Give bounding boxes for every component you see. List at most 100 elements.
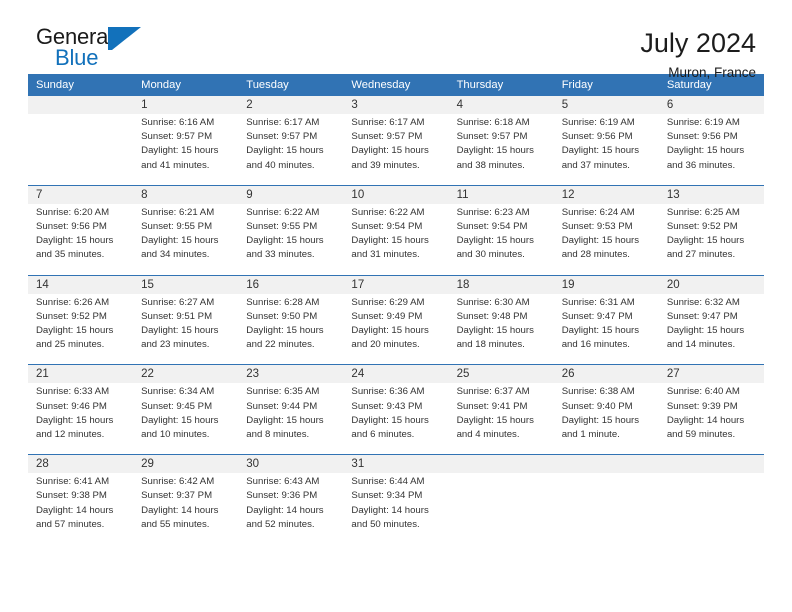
sunrise-text: Sunrise: 6:28 AM — [246, 296, 320, 308]
day-number-cell[interactable] — [448, 454, 554, 474]
day-number-cell[interactable]: 15 — [133, 274, 239, 294]
sunset-text: Sunset: 9:50 PM — [246, 310, 318, 322]
daylight-text-line2: and 41 minutes. — [141, 159, 210, 171]
sunset-text: Sunset: 9:48 PM — [456, 310, 528, 322]
day-number-cell[interactable] — [658, 454, 764, 474]
weekday-header-tuesday: Tuesday — [238, 74, 344, 96]
week-row-daynumbers: 14 15 16 17 18 19 20 — [28, 274, 764, 294]
day-number-cell[interactable]: 9 — [238, 184, 344, 204]
daylight-text-line2: and 36 minutes. — [666, 159, 736, 171]
page-subtitle: Muron, France — [668, 65, 756, 81]
daylight-text-line2: and 35 minutes. — [36, 249, 105, 261]
day-detail-cell: Sunrise: 6:27 AM Sunset: 9:51 PM Dayligh… — [133, 293, 239, 365]
day-number-cell[interactable]: 3 — [343, 96, 449, 114]
sunrise-text: Sunrise: 6:40 AM — [666, 386, 740, 398]
day-number-cell[interactable]: 30 — [238, 454, 344, 474]
day-number-cell[interactable]: 12 — [553, 184, 659, 204]
daylight-text-line1: Daylight: 15 hours — [246, 414, 324, 426]
daylight-text-line1: Daylight: 15 hours — [351, 414, 429, 426]
weekday-header-thursday: Thursday — [448, 74, 554, 96]
sunrise-text: Sunrise: 6:35 AM — [246, 386, 320, 398]
day-number-cell[interactable]: 31 — [343, 454, 449, 474]
sunset-text: Sunset: 9:47 PM — [561, 310, 633, 322]
day-number-cell[interactable]: 17 — [343, 274, 449, 294]
day-number-cell[interactable]: 8 — [133, 184, 239, 204]
daylight-text-line2: and 55 minutes. — [141, 518, 210, 530]
daylight-text-line1: Daylight: 15 hours — [246, 325, 324, 337]
sunset-text: Sunset: 9:36 PM — [246, 490, 318, 502]
day-number-cell[interactable]: 16 — [238, 274, 344, 294]
day-number-cell[interactable]: 21 — [28, 364, 134, 384]
day-number-cell[interactable]: 1 — [133, 96, 239, 114]
day-number-cell[interactable]: 13 — [658, 184, 764, 204]
day-number-cell[interactable]: 7 — [28, 184, 134, 204]
day-number-cell[interactable]: 20 — [658, 274, 764, 294]
sunrise-text: Sunrise: 6:37 AM — [456, 386, 530, 398]
sunset-text: Sunset: 9:34 PM — [351, 490, 423, 502]
sunrise-text: Sunrise: 6:43 AM — [246, 476, 320, 488]
day-detail-cell: Sunrise: 6:33 AM Sunset: 9:46 PM Dayligh… — [28, 383, 134, 455]
daylight-text-line2: and 57 minutes. — [36, 518, 105, 530]
sunset-text: Sunset: 9:51 PM — [141, 310, 213, 322]
sunrise-text: Sunrise: 6:16 AM — [141, 117, 215, 128]
daylight-text-line1: Daylight: 15 hours — [246, 235, 324, 247]
day-number-cell[interactable]: 22 — [133, 364, 239, 384]
day-detail-cell: Sunrise: 6:17 AM Sunset: 9:57 PM Dayligh… — [343, 114, 449, 186]
daylight-text-line1: Daylight: 15 hours — [36, 235, 114, 247]
day-detail-cell: Sunrise: 6:23 AM Sunset: 9:54 PM Dayligh… — [448, 203, 554, 276]
day-detail-cell: Sunrise: 6:44 AM Sunset: 9:34 PM Dayligh… — [343, 473, 449, 545]
day-detail-cell: Sunrise: 6:42 AM Sunset: 9:37 PM Dayligh… — [133, 473, 239, 545]
sunrise-text: Sunrise: 6:41 AM — [36, 476, 110, 488]
day-number-cell[interactable]: 5 — [553, 96, 659, 114]
daylight-text-line1: Daylight: 15 hours — [246, 145, 324, 157]
weekday-header-wednesday: Wednesday — [343, 74, 449, 96]
sunrise-text: Sunrise: 6:38 AM — [561, 386, 635, 398]
daylight-text-line1: Daylight: 14 hours — [666, 414, 745, 426]
day-number-cell[interactable]: 14 — [28, 274, 134, 294]
day-number-cell[interactable]: 18 — [448, 274, 554, 294]
daylight-text-line2: and 34 minutes. — [141, 249, 210, 261]
daylight-text-line1: Daylight: 15 hours — [456, 325, 534, 337]
daylight-text-line2: and 50 minutes. — [351, 518, 420, 530]
day-detail-cell: Sunrise: 6:20 AM Sunset: 9:56 PM Dayligh… — [28, 203, 134, 276]
daylight-text-line1: Daylight: 15 hours — [351, 145, 429, 157]
day-detail-cell: Sunrise: 6:17 AM Sunset: 9:57 PM Dayligh… — [238, 114, 344, 186]
day-number-cell[interactable]: 6 — [658, 96, 764, 114]
sunrise-text: Sunrise: 6:27 AM — [141, 296, 215, 308]
week-row-daynumbers: 21 22 23 24 25 26 27 — [28, 364, 764, 384]
day-detail-cell: Sunrise: 6:31 AM Sunset: 9:47 PM Dayligh… — [553, 293, 659, 365]
daylight-text-line2: and 23 minutes. — [141, 339, 210, 351]
day-number-cell[interactable] — [553, 454, 659, 474]
day-number-cell[interactable]: 27 — [658, 364, 764, 384]
day-number-cell[interactable]: 2 — [238, 96, 344, 114]
week-row-daynumbers: 28 29 30 31 — [28, 454, 764, 474]
week-row-daynumbers: 7 8 9 10 11 12 13 — [28, 184, 764, 204]
day-detail-cell: Sunrise: 6:34 AM Sunset: 9:45 PM Dayligh… — [133, 383, 239, 455]
daylight-text-line2: and 37 minutes. — [561, 159, 630, 171]
day-number-cell[interactable]: 11 — [448, 184, 554, 204]
day-number-cell[interactable]: 4 — [448, 96, 554, 114]
sunset-text: Sunset: 9:57 PM — [351, 131, 423, 143]
day-number-cell[interactable]: 26 — [553, 364, 659, 384]
day-number-cell[interactable]: 28 — [28, 454, 134, 474]
sunrise-text: Sunrise: 6:25 AM — [666, 206, 740, 218]
day-detail-cell: Sunrise: 6:21 AM Sunset: 9:55 PM Dayligh… — [133, 203, 239, 276]
day-number-cell[interactable]: 23 — [238, 364, 344, 384]
day-number-cell[interactable] — [28, 96, 134, 114]
sunset-text: Sunset: 9:47 PM — [666, 310, 738, 322]
sunset-text: Sunset: 9:55 PM — [246, 221, 318, 233]
day-number-cell[interactable]: 10 — [343, 184, 449, 204]
sunrise-text: Sunrise: 6:20 AM — [36, 206, 110, 218]
daylight-text-line2: and 30 minutes. — [456, 249, 525, 261]
daylight-text-line2: and 52 minutes. — [246, 518, 315, 530]
sunrise-text: Sunrise: 6:32 AM — [666, 296, 740, 308]
day-number-cell[interactable]: 24 — [343, 364, 449, 384]
day-number-cell[interactable]: 29 — [133, 454, 239, 474]
sunset-text: Sunset: 9:56 PM — [561, 131, 633, 143]
day-detail-cell: Sunrise: 6:19 AM Sunset: 9:56 PM Dayligh… — [553, 114, 659, 186]
day-detail-cell — [658, 473, 764, 545]
day-number-cell[interactable]: 25 — [448, 364, 554, 384]
sunset-text: Sunset: 9:40 PM — [561, 400, 633, 412]
daylight-text-line1: Daylight: 15 hours — [36, 325, 114, 337]
day-number-cell[interactable]: 19 — [553, 274, 659, 294]
